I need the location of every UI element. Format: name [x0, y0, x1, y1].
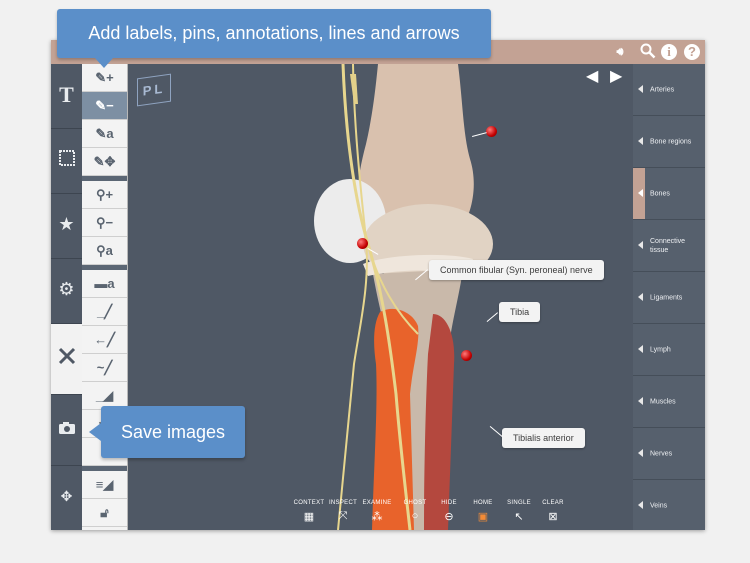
back-arrow-icon[interactable]: ◀︎: [586, 66, 598, 86]
forward-arrow-icon[interactable]: ▶︎: [610, 66, 622, 86]
examine-button[interactable]: EXAMINE ⁂: [356, 500, 398, 523]
layer-item-veins[interactable]: Veins: [633, 480, 705, 530]
camera-icon: [51, 419, 82, 440]
chevron-left-icon: [638, 240, 643, 249]
layer-item-bones[interactable]: Bones: [633, 168, 705, 220]
frame-tool-button[interactable]: [51, 129, 82, 194]
pin-marker[interactable]: [461, 350, 472, 361]
primal-logo: PL: [137, 73, 171, 107]
clear-annotations-tool[interactable]: ≡◢: [82, 471, 127, 499]
annotate-callout: Add labels, pins, annotations, lines and…: [57, 9, 491, 68]
lock-tool[interactable]: 🔓︎: [82, 499, 127, 527]
move-button[interactable]: ✥: [51, 466, 82, 530]
favorites-button[interactable]: ★: [51, 194, 82, 259]
layer-panel: Arteries Bone regions Bones Connective t…: [633, 64, 705, 530]
volume-icon[interactable]: 🔊︎: [611, 43, 629, 61]
callout-pointer: [95, 58, 113, 68]
remove-pin-tool[interactable]: ⚲−: [82, 209, 127, 237]
frame-icon: [51, 149, 82, 172]
add-pin-tool[interactable]: ⚲+: [82, 181, 127, 209]
layer-item-ligaments[interactable]: Ligaments: [633, 272, 705, 324]
move-icon: ✥: [60, 488, 73, 504]
chevron-left-icon: [638, 448, 643, 457]
annotation-tool-column: ✎+ ✎− ✎a ✎✥ ⚲+ ⚲− ⚲a ▬a _╱ ←╱ ~╱ _◢ ↶ ≡ …: [82, 64, 128, 530]
layer-item-bone-regions[interactable]: Bone regions: [633, 116, 705, 168]
chevron-left-icon: [638, 292, 643, 301]
text-tool-button[interactable]: T: [51, 64, 82, 129]
annotate-callout-text: Add labels, pins, annotations, lines and…: [88, 23, 460, 43]
examine-icon: ⁂: [371, 511, 383, 523]
anatomy-viewport[interactable]: PL ◀︎ ▶︎ Common fibular (Syn. peroneal) …: [128, 64, 633, 530]
chevron-left-icon: [638, 500, 643, 509]
clear-icon: ⊠: [548, 511, 558, 523]
move-label-tool[interactable]: ✎✥: [82, 148, 127, 176]
anatomy-label[interactable]: Tibia: [499, 302, 541, 322]
chevron-left-icon: [638, 188, 643, 197]
edit-pin-tool[interactable]: ⚲a: [82, 237, 127, 265]
chevron-left-icon: [638, 84, 643, 93]
edit-label-tool[interactable]: ✎a: [82, 120, 127, 148]
text-annotation-tool[interactable]: ▬a: [82, 270, 127, 298]
clear-button[interactable]: CLEAR ⊠: [532, 500, 574, 523]
pin-marker[interactable]: [357, 238, 368, 249]
pin-marker[interactable]: [486, 126, 497, 137]
layer-item-nerves[interactable]: Nerves: [633, 428, 705, 480]
anatomy-label[interactable]: Common fibular (Syn. peroneal) nerve: [429, 260, 604, 280]
star-icon: ★: [58, 214, 75, 234]
annotate-tools-button[interactable]: [51, 324, 82, 395]
remove-label-tool[interactable]: ✎−: [82, 92, 127, 120]
chevron-left-icon: [638, 344, 643, 353]
freehand-tool[interactable]: ~╱: [82, 354, 127, 382]
layer-item-arteries[interactable]: Arteries: [633, 64, 705, 116]
text-icon: T: [59, 82, 74, 107]
chevron-left-icon: [638, 136, 643, 145]
callout-pointer: [89, 423, 101, 441]
left-toolbar: T ★ ⚙ ✥: [51, 64, 82, 530]
anatomy-label[interactable]: Tibialis anterior: [502, 428, 585, 448]
layer-item-connective-tissue[interactable]: Connective tissue: [633, 220, 705, 272]
annotate-tools-icon: [51, 346, 82, 371]
line-tool[interactable]: _╱: [82, 298, 127, 326]
layer-item-muscles[interactable]: Muscles: [633, 376, 705, 428]
save-callout: Save images: [89, 406, 245, 458]
knee-model[interactable]: [128, 64, 633, 530]
save-callout-text: Save images: [120, 422, 226, 442]
info-icon[interactable]: i: [661, 44, 677, 60]
view-toolbar: CONTEXT ▦ INSPECT ⤧ EXAMINE ⁂ GHOST ○ HIDE ⊖ …: [288, 500, 568, 530]
settings-button[interactable]: ⚙: [51, 259, 82, 324]
add-label-tool[interactable]: ✎+: [82, 64, 127, 92]
arrow-tool[interactable]: ←╱: [82, 326, 127, 354]
chevron-left-icon: [638, 396, 643, 405]
layer-item-lymph[interactable]: Lymph: [633, 324, 705, 376]
camera-button[interactable]: [51, 395, 82, 466]
help-icon[interactable]: ?: [684, 44, 700, 60]
gear-icon: ⚙: [58, 279, 75, 299]
search-icon[interactable]: [639, 43, 657, 61]
